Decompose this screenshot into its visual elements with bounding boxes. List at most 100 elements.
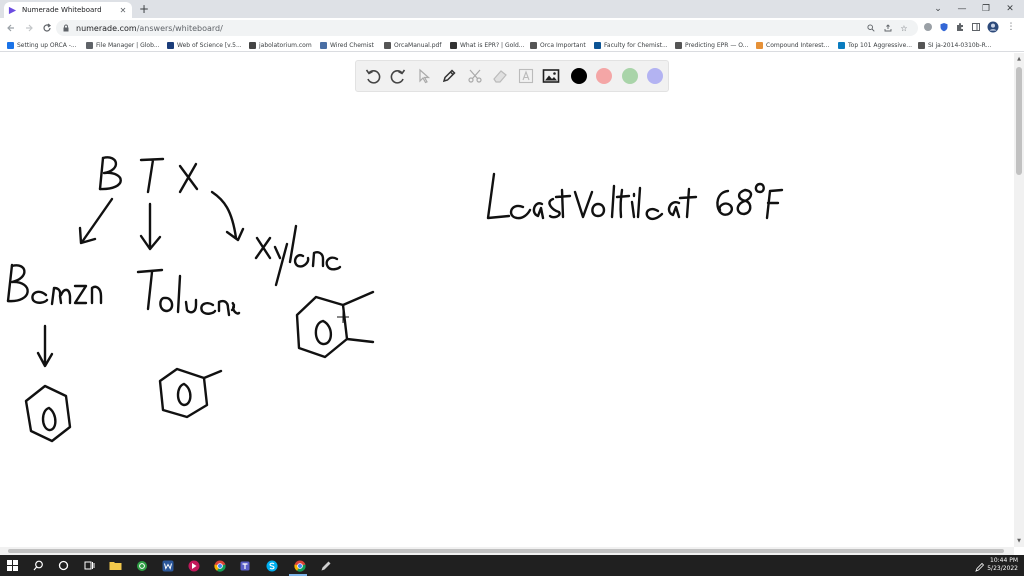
select-tool-button[interactable] [413, 65, 435, 87]
undo-icon [365, 69, 381, 84]
letters-b-t-x [98, 156, 199, 194]
vertical-scrollbar[interactable]: ▲ ▼ [1014, 53, 1024, 547]
scroll-down-icon[interactable]: ▼ [1016, 538, 1022, 544]
redo-button[interactable] [387, 65, 409, 87]
address-bar[interactable]: numerade.com/answers/whiteboard/ ☆ [56, 20, 918, 36]
word-app-icon[interactable] [160, 558, 175, 573]
color-red-swatch[interactable] [596, 68, 613, 84]
vertical-scroll-thumb[interactable] [1016, 67, 1022, 175]
teams-app-icon[interactable] [238, 558, 253, 573]
profile-avatar[interactable] [987, 21, 999, 33]
side-panel-icon[interactable] [970, 21, 982, 33]
taskbar-search-icon[interactable] [31, 558, 46, 573]
tab-search-chevron-icon[interactable]: ⌄ [926, 0, 950, 18]
image-icon [543, 69, 560, 83]
bookmark-item[interactable]: Web of Science [v.5... [167, 40, 242, 50]
xylene-ring-structure [295, 290, 375, 359]
text-icon [518, 68, 533, 84]
browser-toolbar: numerade.com/answers/whiteboard/ ☆ ⋮ [0, 18, 1024, 38]
eraser-tool-button[interactable] [489, 65, 511, 87]
bookmark-item[interactable]: Compound Interest... [756, 40, 829, 50]
browser-menu-icon[interactable]: ⋮ [1005, 21, 1017, 33]
close-window-button[interactable]: ✕ [998, 0, 1022, 18]
scissors-icon [468, 69, 482, 83]
bookmark-item[interactable]: Faculty for Chemist... [594, 40, 668, 50]
chrome-active-icon[interactable] [292, 558, 307, 573]
bookmark-item[interactable]: jabolatorium.com [249, 40, 312, 50]
bookmark-label: Orca Important [540, 41, 586, 49]
bookmark-favicon-icon [918, 41, 925, 49]
bookmark-favicon-icon [249, 41, 256, 49]
text-tool-button[interactable] [515, 65, 537, 87]
bookmark-item[interactable]: File Manager | Glob... [86, 40, 160, 50]
pointer-icon [419, 68, 430, 84]
bookmark-item[interactable]: Orca Important [530, 40, 586, 50]
eraser-icon [493, 70, 508, 83]
file-explorer-icon[interactable] [108, 558, 123, 573]
back-button[interactable] [4, 21, 18, 35]
share-icon[interactable] [883, 23, 893, 33]
xbox-app-icon[interactable] [134, 558, 149, 573]
bookmark-star-icon[interactable]: ☆ [899, 23, 909, 33]
whiteboard-toolbar [355, 60, 669, 92]
zoom-search-icon[interactable] [866, 23, 876, 33]
back-arrow-icon [7, 24, 14, 32]
bookmark-item[interactable]: Top 101 Aggressive... [838, 40, 912, 50]
tab-title: Numerade Whiteboard [22, 6, 102, 14]
horizontal-scroll-thumb[interactable] [8, 549, 1004, 553]
extension-gray-icon[interactable] [922, 21, 934, 33]
image-tool-button[interactable] [540, 65, 562, 87]
tab-close-icon[interactable]: ✕ [118, 6, 128, 15]
screen: Numerade Whiteboard ✕ + ⌄ — ❐ ✕ numerade… [0, 0, 1024, 576]
undo-button[interactable] [362, 65, 384, 87]
arrows-to-compounds [36, 190, 245, 368]
bookmark-label: File Manager | Glob... [96, 41, 160, 49]
horizontal-scrollbar[interactable] [0, 547, 1014, 555]
pen-icon [443, 69, 456, 83]
bookmark-label: Web of Science [v.5... [177, 41, 242, 49]
color-green-swatch[interactable] [621, 68, 638, 84]
forward-button[interactable] [22, 21, 36, 35]
bookmark-item[interactable]: SI ja-2014-0310b-R... [918, 40, 991, 50]
bookmark-favicon-icon [167, 41, 174, 49]
url-host: numerade.com [76, 23, 137, 33]
red-app-icon[interactable] [186, 558, 201, 573]
bookmark-item[interactable]: What is EPR? | Gold... [450, 40, 525, 50]
start-windows-icon[interactable] [5, 558, 20, 573]
restore-button[interactable]: ❐ [974, 0, 998, 18]
reload-icon [43, 23, 52, 32]
bookmark-favicon-icon [86, 41, 93, 49]
word-xylene [254, 224, 342, 287]
word-toluene [136, 268, 241, 317]
numerade-favicon-icon [8, 6, 17, 15]
pen-tool-button[interactable] [438, 65, 460, 87]
color-black-swatch[interactable] [570, 68, 587, 84]
task-view-icon[interactable] [82, 558, 97, 573]
bookmark-favicon-icon [594, 41, 601, 49]
skype-app-icon[interactable] [264, 558, 279, 573]
bookmark-item[interactable]: Predicting EPR — O... [675, 40, 748, 50]
bookmark-item[interactable]: Setting up ORCA -... [7, 40, 77, 50]
minimize-button[interactable]: — [950, 0, 974, 18]
bookmark-favicon-icon [384, 41, 391, 49]
scroll-up-icon[interactable]: ▲ [1016, 56, 1022, 62]
tab-numerade-whiteboard[interactable]: Numerade Whiteboard ✕ [4, 2, 132, 18]
color-purple-swatch[interactable] [647, 68, 664, 84]
extension-shield-icon[interactable] [938, 21, 950, 33]
bookmark-favicon-icon [320, 41, 327, 49]
scissors-tool-button[interactable] [464, 65, 486, 87]
new-tab-button[interactable]: + [138, 2, 150, 16]
reload-button[interactable] [40, 21, 54, 35]
pen-app-icon[interactable] [318, 558, 333, 573]
bookmark-label: jabolatorium.com [259, 41, 312, 49]
bookmark-item[interactable]: OrcaManual.pdf [384, 40, 441, 50]
chrome-icon[interactable] [212, 558, 227, 573]
tray-pen-icon[interactable] [972, 559, 987, 574]
extensions-puzzle-icon[interactable] [954, 21, 966, 33]
cortana-icon[interactable] [56, 558, 71, 573]
bookmark-item[interactable]: Wired Chemist [320, 40, 374, 50]
url-text: numerade.com/answers/whiteboard/ [76, 24, 223, 33]
bookmark-label: Predicting EPR — O... [685, 41, 749, 49]
system-clock[interactable]: 10:44 PM 5/23/2022 [987, 557, 1018, 573]
whiteboard-canvas[interactable] [0, 53, 1014, 547]
